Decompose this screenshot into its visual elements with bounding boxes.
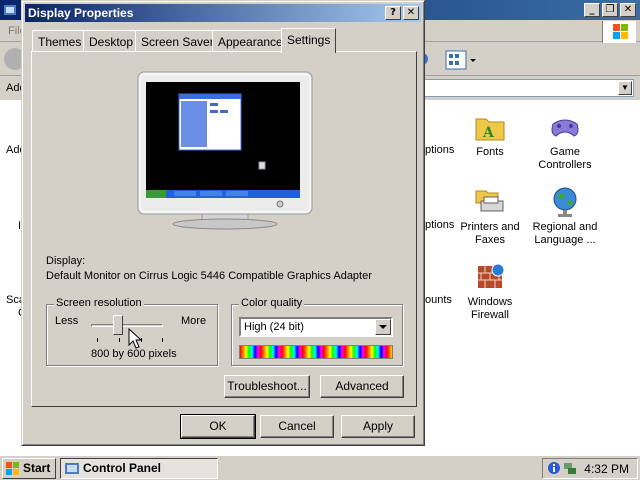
dialog-close-button[interactable]: ✕ <box>403 6 419 20</box>
fonts-folder-icon: A <box>475 118 505 141</box>
firewall-icon <box>478 263 505 288</box>
tab-desktop[interactable]: Desktop <box>83 30 140 51</box>
start-button[interactable]: Start <box>2 458 56 479</box>
dialog-titlebar[interactable]: Display Properties ? ✕ <box>25 4 421 22</box>
mouse-cursor-icon <box>128 328 143 349</box>
color-quality-select[interactable]: High (24 bit) <box>239 317 393 337</box>
fonts-label: Fonts <box>476 146 504 158</box>
taskbar-item-control-panel[interactable]: Control Panel <box>60 458 218 479</box>
color-quality-legend: Color quality <box>239 297 305 309</box>
fonts-item[interactable]: A Fonts <box>450 110 530 159</box>
color-quality-value: High (24 bit) <box>244 321 304 333</box>
control-panel-icon <box>4 5 16 15</box>
advanced-button[interactable]: Advanced <box>320 375 404 398</box>
display-label: Display: <box>46 255 86 267</box>
tab-settings[interactable]: Settings <box>281 28 337 53</box>
address-dropdown-button[interactable]: ▼ <box>618 81 632 95</box>
resolution-slider-thumb[interactable] <box>113 315 123 335</box>
start-label: Start <box>23 461 51 475</box>
control-panel-icon <box>65 463 79 474</box>
svg-text:A: A <box>482 125 495 141</box>
network-icon[interactable] <box>563 461 577 476</box>
settings-panel: Display: Default Monitor on Cirrus Logic… <box>31 51 417 407</box>
resolution-less-label: Less <box>55 315 79 327</box>
regional-language-item[interactable]: Regional and Language ... <box>525 185 605 247</box>
close-button[interactable]: ✕ <box>620 3 636 17</box>
game-controllers-item[interactable]: Game Controllers <box>525 110 605 172</box>
clock[interactable]: 4:32 PM <box>584 462 629 476</box>
ok-button[interactable]: OK <box>180 414 256 439</box>
windows-firewall-item[interactable]: Windows Firewall <box>450 260 530 322</box>
screen-resolution-legend: Screen resolution <box>54 297 144 309</box>
tab-screen-saver[interactable]: Screen Saver <box>135 30 220 51</box>
color-quality-group: Color quality High (24 bit) <box>231 297 403 366</box>
monitor-preview <box>137 71 313 230</box>
minimize-button[interactable]: _ <box>584 3 600 17</box>
restore-button[interactable]: ❐ <box>602 3 618 17</box>
tab-themes[interactable]: Themes <box>32 30 88 51</box>
cancel-button[interactable]: Cancel <box>260 415 334 438</box>
printers-faxes-item[interactable]: Printers and Faxes <box>450 185 530 247</box>
help-button[interactable]: ? <box>385 6 401 20</box>
apply-button[interactable]: Apply <box>341 415 415 438</box>
slider-tick <box>97 338 98 342</box>
printer-icon <box>475 190 504 212</box>
game-controllers-label: Game Controllers <box>538 146 592 171</box>
regional-language-label: Regional and Language ... <box>532 221 598 246</box>
taskbar: Start Control Panel 4:32 PM <box>0 455 640 480</box>
game-controller-icon <box>551 119 579 137</box>
windows-logo-icon <box>602 21 636 43</box>
globe-icon <box>553 187 577 217</box>
windows-firewall-label: Windows Firewall <box>467 296 513 321</box>
printers-faxes-label: Printers and Faxes <box>460 221 520 246</box>
slider-tick <box>119 338 120 342</box>
resolution-slider-track[interactable] <box>91 324 163 327</box>
taskbar-item-label: Control Panel <box>83 461 162 475</box>
cut-item-label[interactable]: ounts <box>425 294 452 306</box>
tab-appearance[interactable]: Appearance <box>212 30 289 51</box>
troubleshoot-button[interactable]: Troubleshoot... <box>224 375 310 398</box>
info-icon[interactable] <box>547 461 561 476</box>
address-field[interactable]: ▼ <box>424 79 634 97</box>
display-value: Default Monitor on Cirrus Logic 5446 Com… <box>46 270 372 282</box>
dialog-title: Display Properties <box>28 6 134 20</box>
system-tray: 4:32 PM <box>542 458 638 479</box>
slider-tick <box>162 338 163 342</box>
views-button[interactable] <box>444 48 478 72</box>
chevron-down-icon[interactable] <box>375 319 391 335</box>
windows-flag-icon <box>6 462 19 475</box>
resolution-more-label: More <box>181 315 207 327</box>
display-properties-dialog: Display Properties ? ✕ Themes Desktop Sc… <box>21 0 425 446</box>
color-spectrum-bar <box>239 345 393 359</box>
